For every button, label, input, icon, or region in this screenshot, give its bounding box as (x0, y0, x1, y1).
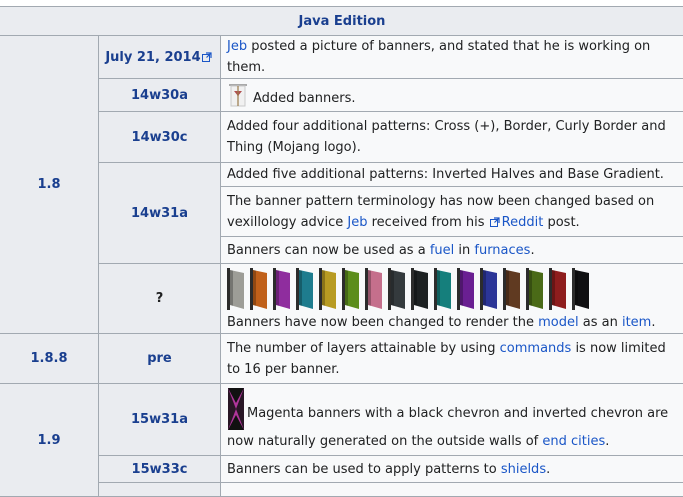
version-cell: 1.8.8 (0, 334, 99, 384)
table-row: 14w31a Added five additional patterns: I… (0, 163, 683, 187)
banner-color-icon[interactable] (434, 268, 453, 310)
description-cell: Banners have now been changed to render … (221, 264, 683, 334)
banner-color-icon[interactable] (342, 268, 361, 310)
snapshot-cell: 14w30a (99, 79, 221, 112)
snapshot-link-14w30c[interactable]: 14w30c (132, 130, 188, 145)
version-link-1-9[interactable]: 1.9 (37, 433, 60, 448)
description-text: Added banners. (253, 91, 356, 106)
version-cell: 1.8 (0, 36, 99, 334)
table-row: 14w30a Added banners. (0, 79, 683, 112)
snapshot-cell: 15w33c (99, 456, 221, 483)
history-table: Java Edition 1.8 July 21, 2014 Jeb poste… (0, 6, 683, 497)
end-cities-link[interactable]: end cities (542, 434, 605, 449)
description-text: . (651, 315, 655, 330)
banner-color-icon[interactable] (411, 268, 430, 310)
description-text: Banners can be used to apply patterns to (227, 462, 501, 477)
snapshot-cell: pre (99, 334, 221, 384)
table-row: 1.8 July 21, 2014 Jeb posted a picture o… (0, 36, 683, 79)
shields-link[interactable]: shields (501, 462, 546, 477)
table-row: ? Banners have now been changed to rende… (0, 264, 683, 334)
description-cell: Banners can now be used as a fuel in fur… (221, 237, 683, 264)
banner-row (227, 264, 678, 312)
snapshot-cell: 15w31a (99, 384, 221, 456)
version-cell: 1.9 (0, 384, 99, 497)
description-cell: Jeb posted a picture of banners, and sta… (221, 36, 683, 79)
external-link-icon (490, 217, 500, 227)
snapshot-cell: ? (99, 264, 221, 334)
banner-color-icon[interactable] (526, 268, 545, 310)
snapshot-cell: 14w31a (99, 163, 221, 264)
edition-header-link[interactable]: Java Edition (299, 14, 386, 29)
banner-color-icon[interactable] (296, 268, 315, 310)
snapshot-link-15w31a[interactable]: 15w31a (131, 412, 188, 427)
external-link-icon (202, 52, 212, 62)
description-text: . (605, 434, 609, 449)
description-cell: Added four additional patterns: Cross (+… (221, 112, 683, 163)
description-text: post. (543, 215, 579, 230)
table-header-row: Java Edition (0, 7, 683, 36)
description-text: Added four additional patterns: Cross (+… (227, 119, 666, 155)
fuel-link[interactable]: fuel (430, 243, 454, 258)
banner-color-icon[interactable] (503, 268, 522, 310)
snapshot-link-14w30a[interactable]: 14w30a (131, 88, 188, 103)
description-text: Banners have now been changed to render … (227, 315, 538, 330)
description-cell: The banner pattern terminology has now b… (221, 187, 683, 237)
banner-color-icon[interactable] (273, 268, 292, 310)
description-cell: Added five additional patterns: Inverted… (221, 163, 683, 187)
description-cell: Added banners. (221, 79, 683, 112)
description-cell (221, 483, 683, 497)
table-row (0, 483, 683, 497)
snapshot-link-14w31a[interactable]: 14w31a (131, 206, 188, 221)
banner-color-icon[interactable] (365, 268, 384, 310)
description-text: in (454, 243, 474, 258)
snapshot-cell (99, 483, 221, 497)
table-row: 15w33c Banners can be used to apply patt… (0, 456, 683, 483)
banner-color-icon[interactable] (319, 268, 338, 310)
banner-color-icon[interactable] (549, 268, 568, 310)
banner-color-icon[interactable] (480, 268, 499, 310)
banner-color-icon[interactable] (388, 268, 407, 310)
reddit-link[interactable]: Reddit (502, 215, 544, 230)
description-text: . (546, 462, 550, 477)
item-link[interactable]: item (622, 315, 651, 330)
snapshot-cell: July 21, 2014 (99, 36, 221, 79)
date-link[interactable]: July 21, 2014 (105, 50, 200, 65)
snapshot-link-pre[interactable]: pre (147, 351, 172, 366)
banner-color-icon[interactable] (250, 268, 269, 310)
snapshot-cell: 14w30c (99, 112, 221, 163)
description-text: as an (579, 315, 622, 330)
snapshot-link-15w33c[interactable]: 15w33c (132, 462, 188, 477)
description-cell: Magenta banners with a black chevron and… (221, 384, 683, 456)
edition-header: Java Edition (0, 7, 683, 36)
description-text: Added five additional patterns: Inverted… (227, 167, 664, 182)
table-row: 14w30c Added four additional patterns: C… (0, 112, 683, 163)
table-row: 1.8.8 pre The number of layers attainabl… (0, 334, 683, 384)
furnaces-link[interactable]: furnaces (474, 243, 530, 258)
description-text: . (530, 243, 534, 258)
description-text: Banners can now be used as a (227, 243, 430, 258)
banner-color-icon[interactable] (227, 268, 246, 310)
banner-color-icon[interactable] (457, 268, 476, 310)
description-cell: The number of layers attainable by using… (221, 334, 683, 384)
commands-link[interactable]: commands (500, 341, 572, 356)
description-cell: Banners can be used to apply patterns to… (221, 456, 683, 483)
version-link-1-8[interactable]: 1.8 (37, 177, 60, 192)
model-link[interactable]: model (538, 315, 578, 330)
jeb-link[interactable]: Jeb (227, 39, 247, 54)
banner-icon[interactable] (227, 82, 249, 108)
version-link-1-8-8[interactable]: 1.8.8 (30, 351, 67, 366)
description-text: posted a picture of banners, and stated … (227, 39, 650, 75)
banner-color-icon[interactable] (572, 268, 591, 310)
jeb-link[interactable]: Jeb (347, 215, 367, 230)
table-row: 1.9 15w31a Magenta banners with a black … (0, 384, 683, 456)
description-text: received from his (367, 215, 488, 230)
magenta-chevron-banner-icon[interactable] (227, 387, 245, 431)
description-text: The number of layers attainable by using (227, 341, 500, 356)
unknown-snapshot: ? (156, 291, 164, 306)
